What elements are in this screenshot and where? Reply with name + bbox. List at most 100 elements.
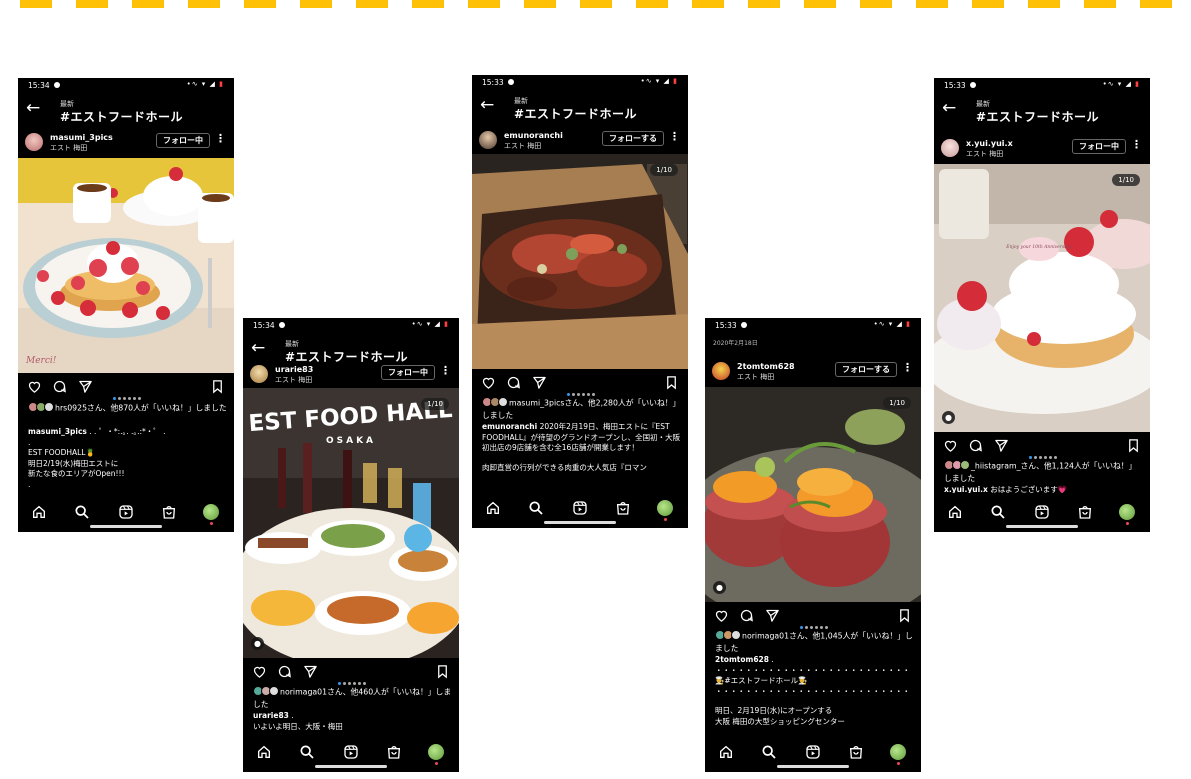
more-options-icon[interactable]: ⋮ (1131, 138, 1142, 151)
bottom-nav (18, 496, 234, 532)
follow-button[interactable]: フォローする (602, 131, 664, 146)
more-options-icon[interactable]: ⋮ (902, 361, 913, 374)
location[interactable]: エスト 梅田 (50, 143, 87, 153)
reels-icon[interactable] (572, 500, 588, 516)
bookmark-icon[interactable] (897, 608, 912, 623)
bookmark-icon[interactable] (664, 375, 679, 390)
location[interactable]: エスト 梅田 (966, 149, 1003, 159)
likes-text[interactable]: norimaga01さん、他1,045人が「いいね！」しました (715, 630, 915, 654)
likes-text[interactable]: hrs0925さん、他870人が「いいね！」しました (28, 402, 228, 415)
home-icon[interactable] (947, 504, 963, 520)
home-icon[interactable] (256, 744, 272, 760)
home-icon[interactable] (718, 744, 734, 760)
search-icon[interactable] (299, 744, 315, 760)
follow-button[interactable]: フォロー中 (381, 365, 435, 380)
share-icon[interactable] (765, 608, 780, 623)
tagged-user-icon[interactable]: ● (251, 637, 264, 650)
bookmark-icon[interactable] (435, 664, 450, 679)
follow-button[interactable]: フォローする (835, 362, 897, 377)
caption-username[interactable]: emunoranchi (482, 422, 537, 431)
username[interactable]: emunoranchi (504, 131, 563, 140)
heart-icon[interactable] (714, 608, 729, 623)
more-options-icon[interactable]: ⋮ (440, 364, 451, 377)
username[interactable]: 2tomtom628 (737, 362, 795, 371)
comment-icon[interactable] (506, 375, 521, 390)
notification-icon (54, 82, 60, 88)
caption-username[interactable]: x.yui.yui.x (944, 485, 988, 493)
post-photo[interactable]: Merci! (18, 158, 234, 373)
post-photo[interactable]: EST FOOD HALL OSAKA 1/10 ● (243, 388, 459, 658)
comment-icon[interactable] (739, 608, 754, 623)
post-photo[interactable]: Enjoy your 10th Anniversary 1/10 ● (934, 164, 1150, 432)
user-avatar[interactable] (479, 131, 497, 149)
user-avatar[interactable] (941, 139, 959, 157)
caption-username[interactable]: urarie83 (253, 711, 289, 720)
username[interactable]: masumi_3pics (50, 133, 113, 142)
more-options-icon[interactable]: ⋮ (669, 130, 680, 143)
reels-icon[interactable] (1034, 504, 1050, 520)
shop-icon[interactable] (1077, 504, 1093, 520)
profile-avatar[interactable] (890, 744, 906, 765)
reels-icon[interactable] (805, 744, 821, 760)
reels-icon[interactable] (118, 504, 134, 520)
heart-icon[interactable] (481, 375, 496, 390)
share-icon[interactable] (78, 379, 93, 394)
bookmark-icon[interactable] (1126, 438, 1141, 453)
tagged-user-icon[interactable]: ● (942, 411, 955, 424)
profile-avatar[interactable] (1119, 504, 1135, 525)
profile-avatar[interactable] (428, 744, 444, 765)
username[interactable]: x.yui.yui.x (966, 139, 1013, 148)
location[interactable]: エスト 梅田 (504, 141, 541, 151)
location[interactable]: エスト 梅田 (737, 372, 774, 382)
share-icon[interactable] (994, 438, 1009, 453)
home-icon[interactable] (31, 504, 47, 520)
likes-text[interactable]: norimaga01さん、他460人が「いいね！」しました (253, 686, 453, 710)
comment-icon[interactable] (968, 438, 983, 453)
caption-line: 2tomtom628 . (715, 655, 774, 664)
back-arrow-icon[interactable]: ← (480, 97, 494, 114)
location[interactable]: エスト 梅田 (275, 375, 312, 385)
heart-icon[interactable] (27, 379, 42, 394)
follow-button[interactable]: フォロー中 (156, 133, 210, 148)
user-avatar[interactable] (25, 133, 43, 151)
back-arrow-icon[interactable]: ← (942, 100, 956, 117)
caption-line: いよいよ明日、大阪・梅田 (253, 721, 343, 731)
comment-icon[interactable] (52, 379, 67, 394)
username[interactable]: urarie83 (275, 365, 313, 374)
tagged-user-icon[interactable]: ● (713, 581, 726, 594)
share-icon[interactable] (532, 375, 547, 390)
reels-icon[interactable] (343, 744, 359, 760)
profile-avatar[interactable] (657, 500, 673, 521)
more-options-icon[interactable]: ⋮ (215, 132, 226, 145)
search-icon[interactable] (761, 744, 777, 760)
user-avatar[interactable] (712, 362, 730, 380)
caption: 2tomtom628 . ・・・・・・・・・・・・・・・・・・・・・・・・・・ … (715, 655, 915, 735)
back-arrow-icon[interactable]: ← (251, 340, 265, 357)
follow-button[interactable]: フォロー中 (1072, 139, 1126, 154)
likes-text[interactable]: _hiistagram_さん、他1,124人が「いいね！」しました (944, 460, 1144, 484)
carousel-dots (567, 381, 597, 396)
search-icon[interactable] (74, 504, 90, 520)
search-icon[interactable] (990, 504, 1006, 520)
home-icon[interactable] (485, 500, 501, 516)
back-arrow-icon[interactable]: ← (26, 100, 40, 117)
shop-icon[interactable] (161, 504, 177, 520)
heart-icon[interactable] (252, 664, 267, 679)
likes-text[interactable]: masumi_3picsさん、他2,280人が「いいね！」しました (482, 397, 682, 421)
border-dash (300, 0, 332, 8)
heart-icon[interactable] (943, 438, 958, 453)
share-icon[interactable] (303, 664, 318, 679)
user-avatar[interactable] (250, 365, 268, 383)
shop-icon[interactable] (848, 744, 864, 760)
shop-icon[interactable] (386, 744, 402, 760)
post-photo[interactable]: 1/10 ● (705, 387, 921, 602)
status-bar: 15:33 •∿ ▾ ◢ ▮ (472, 75, 688, 89)
profile-avatar[interactable] (203, 504, 219, 525)
post-photo[interactable]: 1/10 (472, 154, 688, 369)
shop-icon[interactable] (615, 500, 631, 516)
caption-username[interactable]: 2tomtom628 (715, 655, 769, 664)
comment-icon[interactable] (277, 664, 292, 679)
caption-username[interactable]: masumi_3pics (28, 427, 87, 436)
search-icon[interactable] (528, 500, 544, 516)
bookmark-icon[interactable] (210, 379, 225, 394)
